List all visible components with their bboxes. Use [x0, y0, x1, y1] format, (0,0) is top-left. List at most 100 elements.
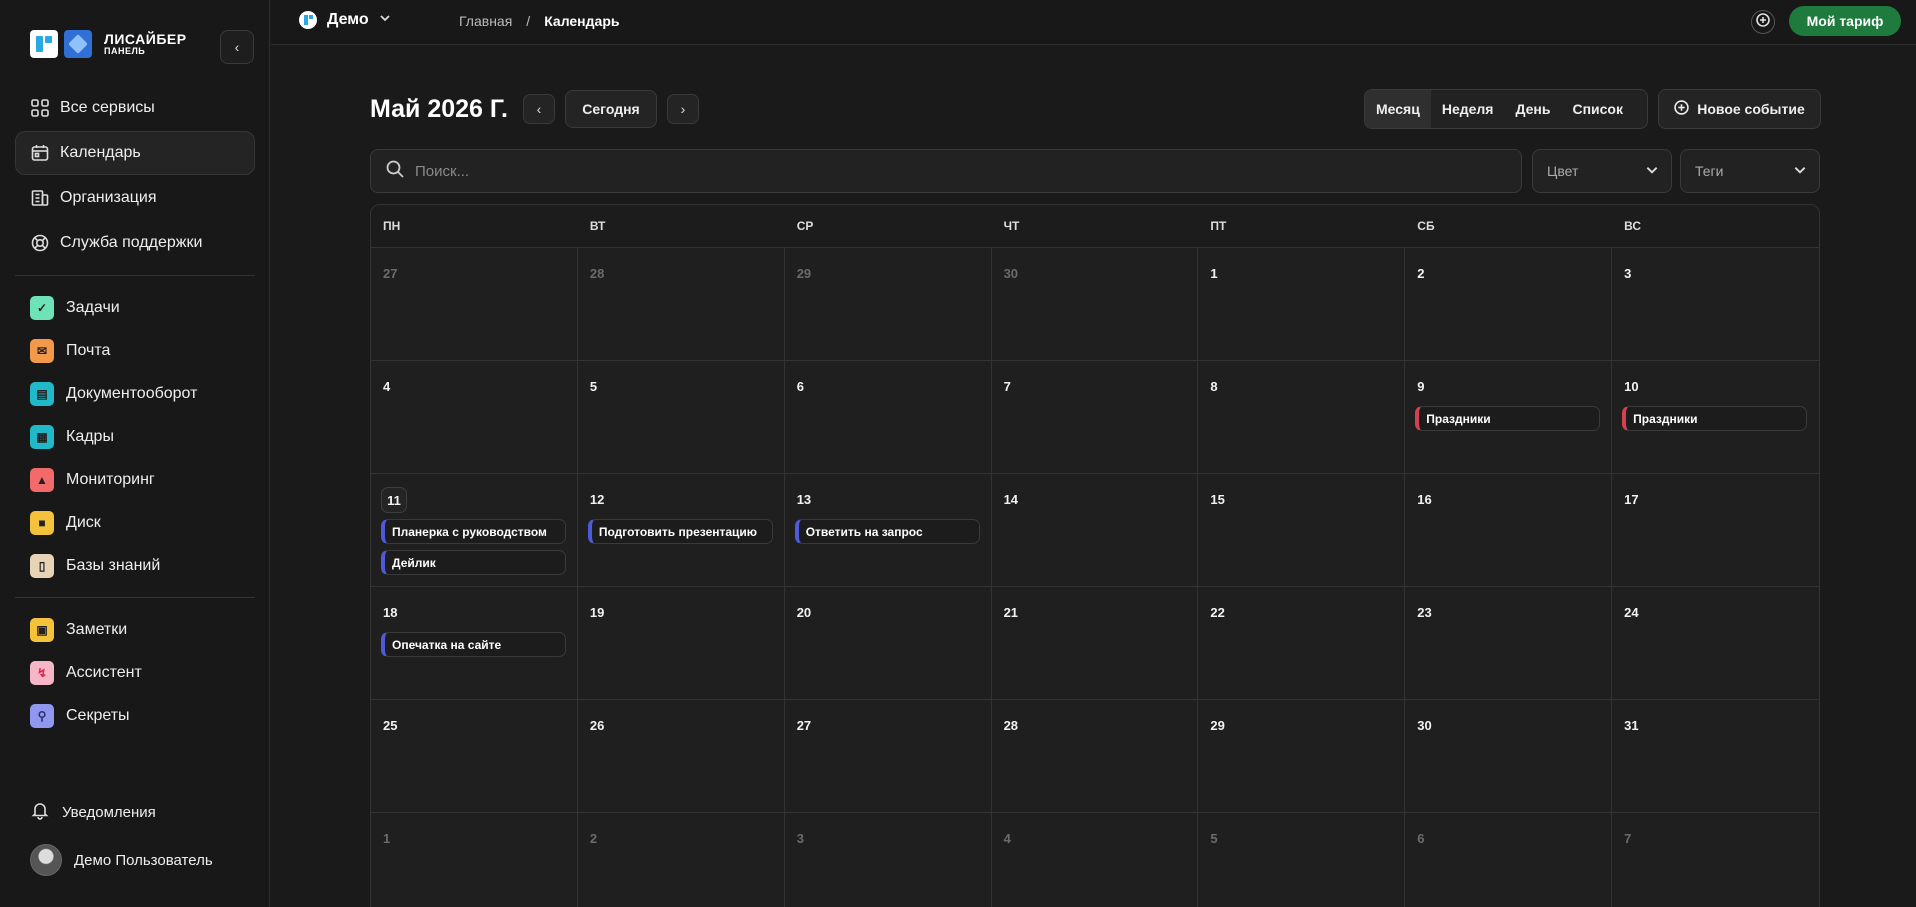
- sidebar-item-secrets[interactable]: ⚲ Секреты: [15, 694, 255, 737]
- add-button[interactable]: [1751, 10, 1775, 34]
- day-cell[interactable]: 4: [371, 361, 578, 474]
- lifebuoy-icon: [30, 233, 50, 253]
- user-profile-button[interactable]: Демо Пользователь: [30, 844, 213, 876]
- day-cell[interactable]: 6: [784, 361, 992, 474]
- sidebar-item-documents[interactable]: ▤ Документооборот: [15, 372, 255, 415]
- day-cell[interactable]: 30: [1405, 700, 1613, 813]
- day-cell[interactable]: 10 Праздники: [1612, 361, 1819, 474]
- day-cell[interactable]: 21: [991, 587, 1199, 700]
- event-chip[interactable]: Подготовить презентацию: [587, 519, 773, 544]
- day-cell[interactable]: 14: [991, 474, 1199, 587]
- sidebar-item-assistant[interactable]: ↯ Ассистент: [15, 651, 255, 694]
- day-cell[interactable]: 28: [991, 700, 1199, 813]
- sidebar-item-label: Секреты: [66, 706, 130, 724]
- sidebar-item-disk[interactable]: ■ Диск: [15, 501, 255, 544]
- day-cell[interactable]: 25: [371, 700, 578, 813]
- my-plan-button[interactable]: Мой тариф: [1789, 6, 1901, 36]
- day-cell[interactable]: 3: [1612, 248, 1819, 361]
- day-cell[interactable]: 29: [784, 248, 992, 361]
- sidebar-item-tasks[interactable]: ✓ Задачи: [15, 286, 255, 329]
- day-cell[interactable]: 30: [991, 248, 1199, 361]
- day-cell[interactable]: 7: [991, 361, 1199, 474]
- day-cell[interactable]: 13 Ответить на запрос: [784, 474, 992, 587]
- sidebar-item-label: Базы знаний: [66, 556, 161, 574]
- day-cell[interactable]: 28: [577, 248, 785, 361]
- sidebar-item-calendar[interactable]: Календарь: [15, 131, 255, 175]
- day-cell[interactable]: 12 Подготовить презентацию: [577, 474, 785, 587]
- prev-month-button[interactable]: ‹: [523, 94, 555, 124]
- today-button[interactable]: Сегодня: [565, 90, 657, 128]
- view-list-button[interactable]: Список: [1561, 90, 1634, 128]
- view-week-button[interactable]: Неделя: [1431, 90, 1505, 128]
- day-number: 18: [383, 605, 398, 620]
- day-cell[interactable]: 27: [371, 248, 578, 361]
- sidebar-item-monitoring[interactable]: ▲ Мониторинг: [15, 458, 255, 501]
- weekday-label: ВТ: [589, 219, 606, 233]
- notifications-button[interactable]: Уведомления: [30, 800, 156, 824]
- plus-circle-icon: [1756, 12, 1770, 32]
- view-day-button[interactable]: День: [1504, 90, 1561, 128]
- sidebar-item-label: Календарь: [60, 144, 141, 161]
- day-cell[interactable]: 27: [784, 700, 992, 813]
- weekday-label: ПН: [383, 219, 401, 233]
- day-number: 21: [1003, 605, 1019, 620]
- day-number: 22: [1210, 605, 1225, 620]
- day-cell[interactable]: 7: [1612, 813, 1819, 907]
- day-cell[interactable]: 19: [577, 587, 785, 700]
- event-chip[interactable]: Опечатка на сайте: [381, 632, 566, 657]
- color-filter-select[interactable]: Цвет: [1532, 149, 1672, 193]
- day-cell[interactable]: 31: [1612, 700, 1819, 813]
- workspace-switcher[interactable]: Демо: [299, 11, 391, 29]
- day-cell[interactable]: 9 Праздники: [1405, 361, 1613, 474]
- day-number: 7: [1624, 831, 1632, 846]
- day-cell[interactable]: 15: [1198, 474, 1406, 587]
- weekday-label: СБ: [1417, 219, 1435, 233]
- day-number: 1: [383, 831, 391, 846]
- sidebar-item-notes[interactable]: ▣ Заметки: [15, 608, 255, 651]
- day-cell[interactable]: 18 Опечатка на сайте: [371, 587, 578, 700]
- event-chip[interactable]: Праздники: [1622, 406, 1808, 431]
- sidebar-item-mail[interactable]: ✉ Почта: [15, 329, 255, 372]
- sidebar-item-organization[interactable]: Организация: [15, 176, 255, 220]
- view-month-button[interactable]: Месяц: [1365, 90, 1431, 128]
- logo-cube-icon: [64, 30, 92, 58]
- day-cell[interactable]: 2: [1405, 248, 1613, 361]
- sidebar-item-knowledge[interactable]: ▯ Базы знаний: [15, 544, 255, 587]
- event-chip[interactable]: Праздники: [1415, 406, 1601, 431]
- day-cell[interactable]: 29: [1198, 700, 1406, 813]
- sidebar-item-hr[interactable]: ▦ Кадры: [15, 415, 255, 458]
- day-cell[interactable]: 2: [578, 813, 785, 907]
- day-cell[interactable]: 5: [577, 361, 785, 474]
- event-chip[interactable]: Планерка с руководством: [381, 519, 566, 544]
- next-month-button[interactable]: ›: [667, 94, 699, 124]
- day-number: 20: [796, 605, 812, 620]
- day-cell[interactable]: 3: [785, 813, 992, 907]
- day-cell[interactable]: 1: [1198, 248, 1406, 361]
- collapse-sidebar-button[interactable]: ‹: [220, 30, 254, 64]
- new-event-button[interactable]: Новое событие: [1658, 89, 1821, 129]
- sidebar-item-support[interactable]: Служба поддержки: [15, 221, 255, 265]
- event-chip[interactable]: Дейлик: [381, 550, 566, 575]
- brand-logo[interactable]: ЛИСАЙБЕР ПАНЕЛЬ: [30, 30, 187, 58]
- day-cell[interactable]: 6: [1405, 813, 1613, 907]
- tags-filter-select[interactable]: Теги: [1680, 149, 1820, 193]
- day-cell[interactable]: 1: [371, 813, 578, 907]
- book-icon: ▯: [30, 553, 54, 578]
- day-cell[interactable]: 23: [1405, 587, 1613, 700]
- day-cell[interactable]: 4: [992, 813, 1199, 907]
- day-cell[interactable]: 20: [784, 587, 992, 700]
- search-input[interactable]: [415, 162, 1415, 180]
- breadcrumb-home[interactable]: Главная: [459, 13, 512, 29]
- day-cell[interactable]: 17: [1612, 474, 1819, 587]
- day-cell[interactable]: 22: [1198, 587, 1406, 700]
- day-cell[interactable]: 26: [577, 700, 785, 813]
- day-cell[interactable]: 16: [1405, 474, 1613, 587]
- event-chip[interactable]: Ответить на запрос: [794, 519, 980, 544]
- day-cell[interactable]: 11 Планерка с руководством Дейлик: [371, 474, 578, 587]
- chevron-left-icon: ‹: [536, 101, 542, 117]
- day-cell[interactable]: 24: [1612, 587, 1819, 700]
- people-icon: ▦: [30, 424, 54, 449]
- sidebar-item-all-services[interactable]: Все сервисы: [15, 86, 255, 130]
- day-cell[interactable]: 5: [1198, 813, 1406, 907]
- day-cell[interactable]: 8: [1198, 361, 1406, 474]
